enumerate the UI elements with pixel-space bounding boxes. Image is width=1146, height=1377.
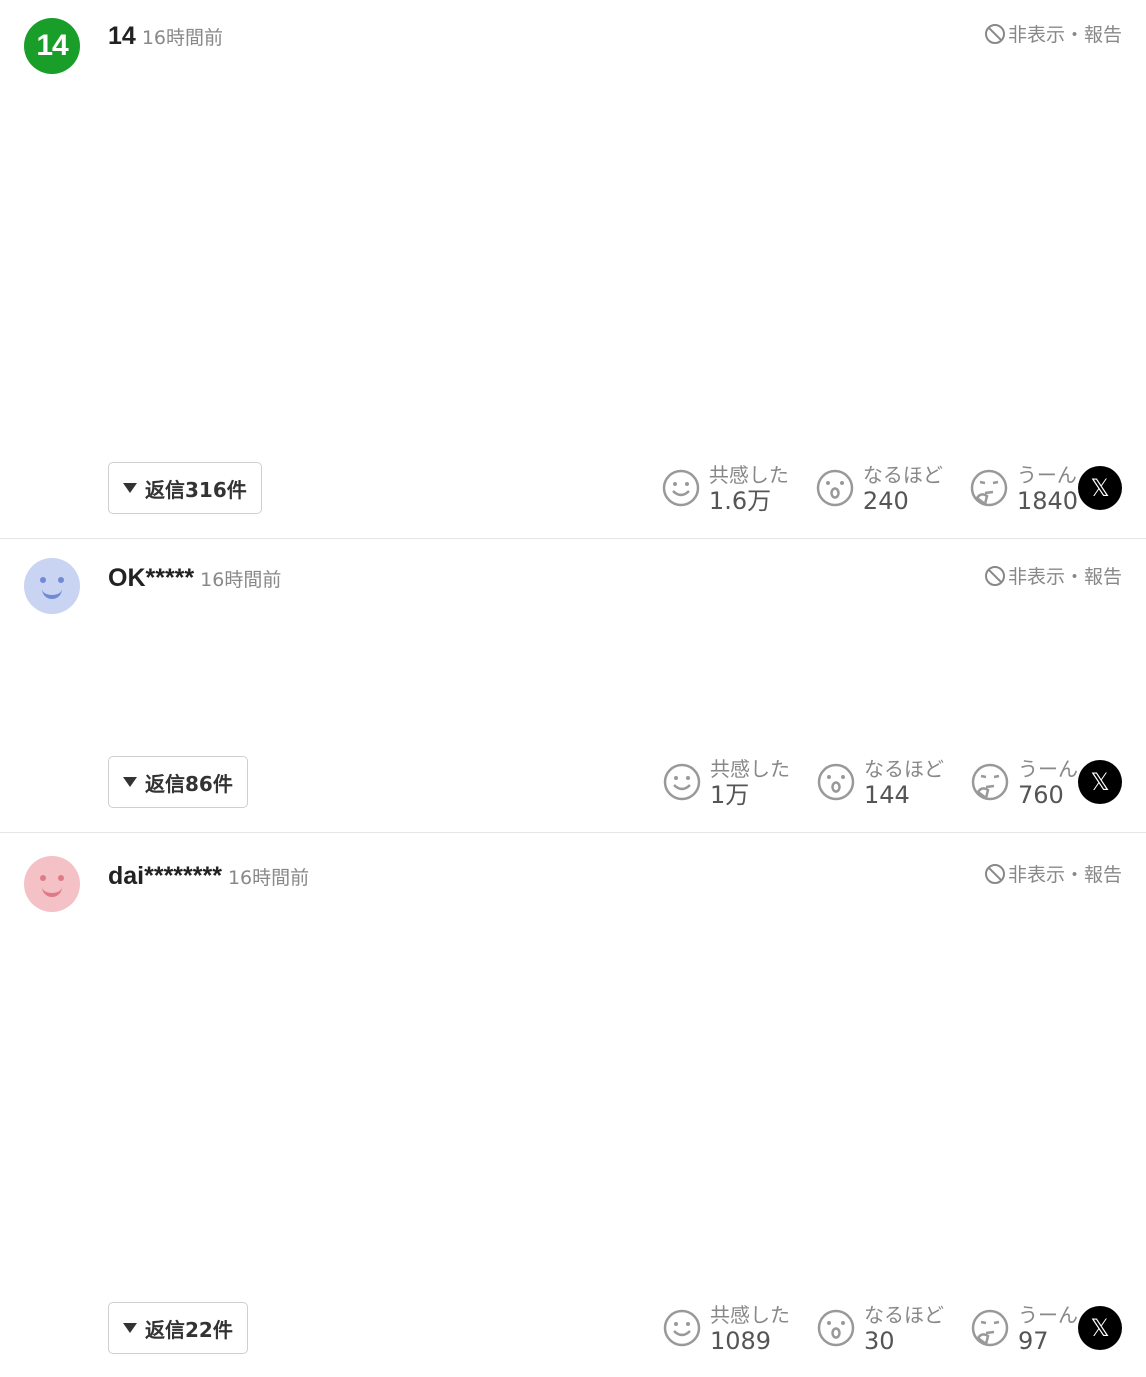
insight-reaction-button[interactable]: なるほど 30 <box>816 1302 944 1354</box>
hide-report-link[interactable]: 非表示・報告 <box>984 20 1122 47</box>
smile-face-icon <box>662 469 700 507</box>
empathy-reaction-button[interactable]: 共感した 1万 <box>662 756 790 808</box>
replies-toggle-button[interactable]: 返信316件 <box>108 462 262 514</box>
insight-count: 30 <box>864 1327 895 1355</box>
x-logo-icon: 𝕏 <box>1090 768 1110 796</box>
prohibit-icon <box>984 566 1005 586</box>
hide-report-label: 非表示・報告 <box>1007 864 1122 886</box>
comment-header: dai******** 16時間前 <box>108 862 309 891</box>
hmm-count: 1840 <box>1016 487 1078 515</box>
thinking-face-icon <box>970 469 1008 507</box>
hmm-label: うーん <box>1018 757 1078 781</box>
hide-report-label: 非表示・報告 <box>1007 566 1122 588</box>
empathy-reaction-button[interactable]: 共感した 1.6万 <box>661 462 789 514</box>
reaction-bar: 共感した 1万 なるほど 144 うーん 760 <box>636 756 1078 808</box>
rank-badge-icon: 14 <box>24 18 80 74</box>
caret-down-icon <box>123 777 137 787</box>
hmm-reaction-button[interactable]: うーん 760 <box>970 756 1078 808</box>
thinking-face-icon <box>971 763 1009 801</box>
empathy-label: 共感した <box>710 757 790 781</box>
comment-header: 14 16時間前 <box>108 22 223 51</box>
hmm-count: 760 <box>1018 781 1064 809</box>
replies-count: 返信86件 <box>145 771 233 796</box>
replies-toggle-button[interactable]: 返信22件 <box>108 1302 248 1354</box>
caret-down-icon <box>123 1323 137 1333</box>
x-share-button[interactable]: 𝕏 <box>1078 760 1122 804</box>
comment-item: dai******** 16時間前 非表示・報告 返信22件 共感した 1089 な… <box>0 856 1146 1366</box>
thinking-face-icon <box>971 1309 1009 1347</box>
hmm-label: うーん <box>1018 1303 1078 1327</box>
post-time: 16時間前 <box>141 27 223 49</box>
surprised-face-icon <box>816 469 854 507</box>
smile-face-icon <box>663 763 701 801</box>
hide-report-link[interactable]: 非表示・報告 <box>984 860 1122 887</box>
replies-count: 返信316件 <box>145 477 247 502</box>
surprised-face-icon <box>817 1309 855 1347</box>
x-share-button[interactable]: 𝕏 <box>1078 466 1122 510</box>
hide-report-link[interactable]: 非表示・報告 <box>984 562 1122 589</box>
replies-toggle-button[interactable]: 返信86件 <box>108 756 248 808</box>
hmm-label: うーん <box>1016 463 1077 487</box>
comment-item: OK***** 16時間前 非表示・報告 返信86件 共感した 1万 なるほど 144… <box>0 558 1146 830</box>
smile-face-icon <box>663 1309 701 1347</box>
comment-item: 14 14 16時間前 非表示・報告 返信316件 共感した 1.6万 なるほど 24… <box>0 18 1146 538</box>
replies-count: 返信22件 <box>145 1317 233 1342</box>
surprised-face-icon <box>817 763 855 801</box>
hmm-count: 97 <box>1018 1327 1049 1355</box>
comment-divider <box>0 832 1146 833</box>
empathy-count: 1万 <box>710 781 750 809</box>
comment-divider <box>0 538 1146 539</box>
author-name[interactable]: dai******** <box>108 862 222 890</box>
hmm-reaction-button[interactable]: うーん 1840 <box>969 462 1078 514</box>
insight-reaction-button[interactable]: なるほど 240 <box>815 462 943 514</box>
empathy-label: 共感した <box>708 463 789 487</box>
insight-count: 144 <box>864 781 910 809</box>
empathy-count: 1089 <box>710 1327 772 1355</box>
reaction-bar: 共感した 1.6万 なるほど 240 うーん 1840 <box>635 462 1078 514</box>
x-share-button[interactable]: 𝕏 <box>1078 1306 1122 1350</box>
post-time: 16時間前 <box>200 569 282 591</box>
insight-label: なるほど <box>864 1303 944 1327</box>
hide-report-label: 非表示・報告 <box>1007 24 1122 46</box>
author-name[interactable]: 14 <box>108 22 136 50</box>
insight-count: 240 <box>862 487 909 515</box>
smiley-avatar-icon <box>24 558 80 614</box>
empathy-reaction-button[interactable]: 共感した 1089 <box>662 1302 790 1354</box>
insight-label: なるほど <box>864 757 944 781</box>
caret-down-icon <box>123 483 137 493</box>
insight-label: なるほど <box>862 463 943 487</box>
x-logo-icon: 𝕏 <box>1090 474 1110 502</box>
smiley-avatar-icon <box>24 856 80 912</box>
prohibit-icon <box>984 864 1005 884</box>
prohibit-icon <box>984 24 1005 44</box>
empathy-count: 1.6万 <box>708 487 772 515</box>
hmm-reaction-button[interactable]: うーん 97 <box>970 1302 1078 1354</box>
post-time: 16時間前 <box>227 867 310 889</box>
comment-header: OK***** 16時間前 <box>108 564 281 593</box>
reaction-bar: 共感した 1089 なるほど 30 うーん 97 <box>636 1302 1078 1354</box>
rank-badge-number: 14 <box>36 29 68 62</box>
author-name[interactable]: OK***** <box>108 564 194 592</box>
empathy-label: 共感した <box>710 1303 790 1327</box>
insight-reaction-button[interactable]: なるほど 144 <box>816 756 944 808</box>
x-logo-icon: 𝕏 <box>1090 1314 1110 1342</box>
